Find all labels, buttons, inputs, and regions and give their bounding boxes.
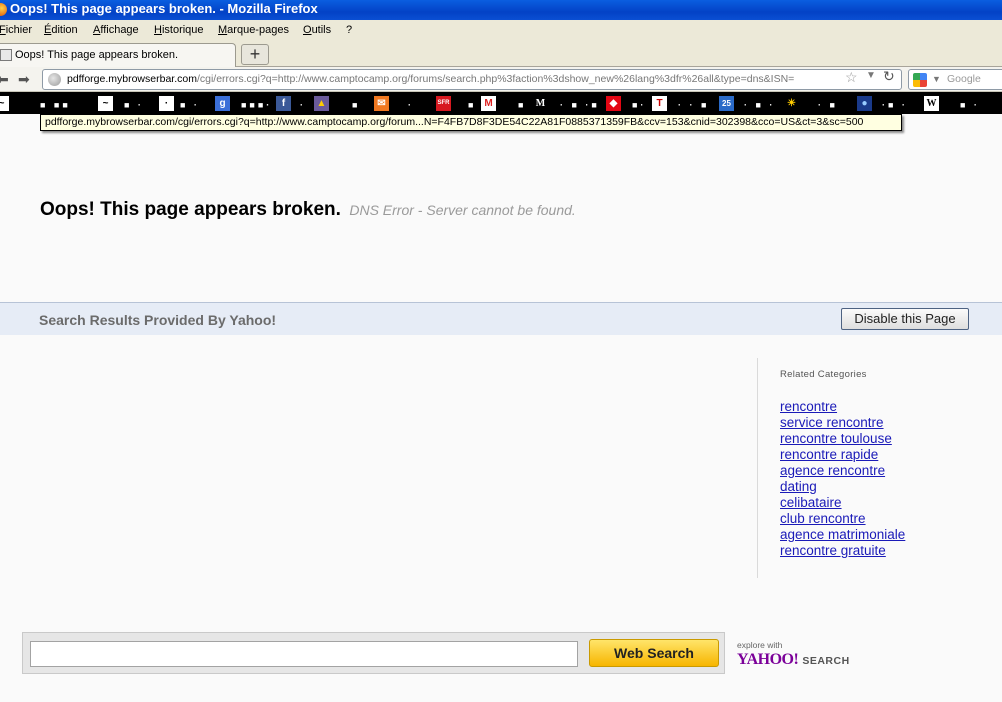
window-title: Oops! This page appears broken. - Mozill…	[10, 1, 318, 16]
google-engine-icon[interactable]	[913, 73, 927, 87]
bookmarks-toolbar: ~ ■ ■■ ~ ■ · · ■ · g ■■■· f · ▲ ■ ✉ · SF…	[0, 92, 1002, 114]
sfr-icon[interactable]: SFR	[436, 96, 451, 111]
bookmark-separator: ■·	[632, 100, 647, 110]
bookmark-separator: ■ ·	[124, 100, 144, 110]
tab-active[interactable]: Oops! This page appears broken.	[0, 43, 236, 67]
bookmark-mail-icon[interactable]: ✉	[374, 96, 389, 111]
bookmark-separator: · · ■	[678, 100, 710, 110]
url-tooltip: pdfforge.mybrowserbar.com/cgi/errors.cgi…	[40, 114, 902, 131]
url-bar[interactable]: pdfforge.mybrowserbar.com/cgi/errors.cgi…	[42, 69, 902, 90]
globe-icon	[48, 73, 61, 86]
menu-fichier[interactable]: Fichier	[0, 20, 32, 40]
url-dropdown-icon[interactable]: ▼	[866, 70, 876, 81]
bookmark-separator: · ■ ·■	[560, 100, 600, 110]
bookmark-t-icon[interactable]: T	[652, 96, 667, 111]
menu-outils[interactable]: Outils	[303, 20, 331, 40]
bookmark-separator: ·■ ·	[882, 100, 908, 110]
related-link[interactable]: celibataire	[780, 495, 957, 511]
related-link[interactable]: service rencontre	[780, 415, 957, 431]
web-search-panel: Web Search	[22, 632, 725, 674]
bookmark-separator: ·	[408, 100, 414, 110]
disable-page-button[interactable]: Disable this Page	[841, 308, 969, 330]
web-search-button[interactable]: Web Search	[589, 639, 719, 667]
bookmark-separator: ■ ·	[180, 100, 200, 110]
new-tab-button[interactable]: +	[241, 44, 269, 65]
yahoo-search-logo: explore with YAHOO! SEARCH	[737, 640, 850, 669]
engine-dropdown-icon[interactable]: ▼	[932, 70, 941, 89]
related-link[interactable]: club rencontre	[780, 511, 957, 527]
yahoo-brand: YAHOO! SEARCH	[737, 651, 850, 669]
bookmark-page-icon[interactable]: ·	[159, 96, 174, 111]
tab-bar: Oops! This page appears broken. +	[0, 40, 1002, 67]
bookmark-separator: · ■	[818, 100, 838, 110]
reload-button[interactable]: ↻	[883, 68, 895, 85]
menu-bar: Fichier Édition Affichage Historique Mar…	[0, 20, 1002, 40]
bookmark-separator: ■	[352, 100, 361, 110]
bookmark-chart-icon[interactable]: ~	[0, 96, 9, 111]
bookmark-photo-icon[interactable]: ▲	[314, 96, 329, 111]
related-link[interactable]: rencontre toulouse	[780, 431, 957, 447]
related-link[interactable]: rencontre gratuite	[780, 543, 957, 559]
web-search-input[interactable]	[30, 641, 578, 667]
url-path: /cgi/errors.cgi?q=http://www.camptocamp.…	[196, 73, 795, 85]
bookmark-separator: ■	[518, 100, 527, 110]
bookmark-separator: ■	[468, 100, 477, 110]
bookmark-chart-icon[interactable]: ~	[98, 96, 113, 111]
error-subtitle: DNS Error - Server cannot be found.	[349, 202, 576, 218]
facebook-icon[interactable]: f	[276, 96, 291, 111]
weather-icon[interactable]: ☀	[784, 96, 799, 111]
bookmark-globe-icon[interactable]: ●	[857, 96, 872, 111]
related-link[interactable]: rencontre rapide	[780, 447, 957, 463]
bookmark-separator: · ■ ·	[744, 100, 776, 110]
related-link[interactable]: agence rencontre	[780, 463, 957, 479]
forward-button[interactable]: ➡	[18, 71, 30, 87]
bookmark-separator: ■ ·	[960, 100, 980, 110]
google-icon[interactable]: g	[215, 96, 230, 111]
related-link[interactable]: agence matrimoniale	[780, 527, 957, 543]
gmail-icon[interactable]: M	[481, 96, 496, 111]
url-host: pdfforge.mybrowserbar.com	[67, 73, 197, 85]
wikipedia-icon[interactable]: W	[924, 96, 939, 111]
firefox-icon	[0, 3, 7, 16]
yahoo-search-word: SEARCH	[802, 655, 850, 667]
calendar-icon[interactable]: 25	[719, 96, 734, 111]
menu-historique[interactable]: Historique	[154, 20, 204, 40]
menu-marque-pages[interactable]: Marque-pages	[218, 20, 289, 40]
bookmark-red-icon[interactable]: ◆	[606, 96, 621, 111]
page-icon	[0, 49, 12, 61]
related-link[interactable]: rencontre	[780, 399, 957, 415]
page-title: Oops! This page appears broken.	[40, 199, 341, 220]
error-heading: Oops! This page appears broken. DNS Erro…	[40, 199, 576, 221]
related-title: Related Categories	[780, 369, 867, 380]
window-titlebar: Oops! This page appears broken. - Mozill…	[0, 0, 1002, 20]
navigation-bar: ⬅ ➡ pdfforge.mybrowserbar.com/cgi/errors…	[0, 67, 1002, 92]
menu-help[interactable]: ?	[346, 20, 352, 40]
search-placeholder: Google	[947, 73, 981, 85]
browser-search-box[interactable]: ▼ Google	[908, 69, 1002, 90]
tab-label: Oops! This page appears broken.	[15, 49, 179, 61]
bookmark-separator: ·	[300, 100, 306, 110]
bookmark-separator: ■ ■■	[40, 100, 71, 110]
yahoo-logo: YAHOO!	[737, 651, 799, 668]
lemonde-icon[interactable]: M	[533, 96, 548, 111]
related-categories: Related Categories rencontre service ren…	[757, 358, 957, 578]
related-list: rencontre service rencontre rencontre to…	[780, 399, 957, 559]
back-button[interactable]: ⬅	[0, 71, 9, 87]
search-provider-bar: Search Results Provided By Yahoo! Disabl…	[0, 302, 1002, 335]
menu-edition[interactable]: Édition	[44, 20, 78, 40]
bookmark-star-icon[interactable]: ☆	[845, 69, 858, 86]
bookmark-separator: ■■■·	[241, 100, 273, 110]
explore-with-text: explore with	[737, 640, 783, 650]
provider-text: Search Results Provided By Yahoo!	[39, 312, 277, 328]
menu-affichage[interactable]: Affichage	[93, 20, 139, 40]
related-link[interactable]: dating	[780, 479, 957, 495]
